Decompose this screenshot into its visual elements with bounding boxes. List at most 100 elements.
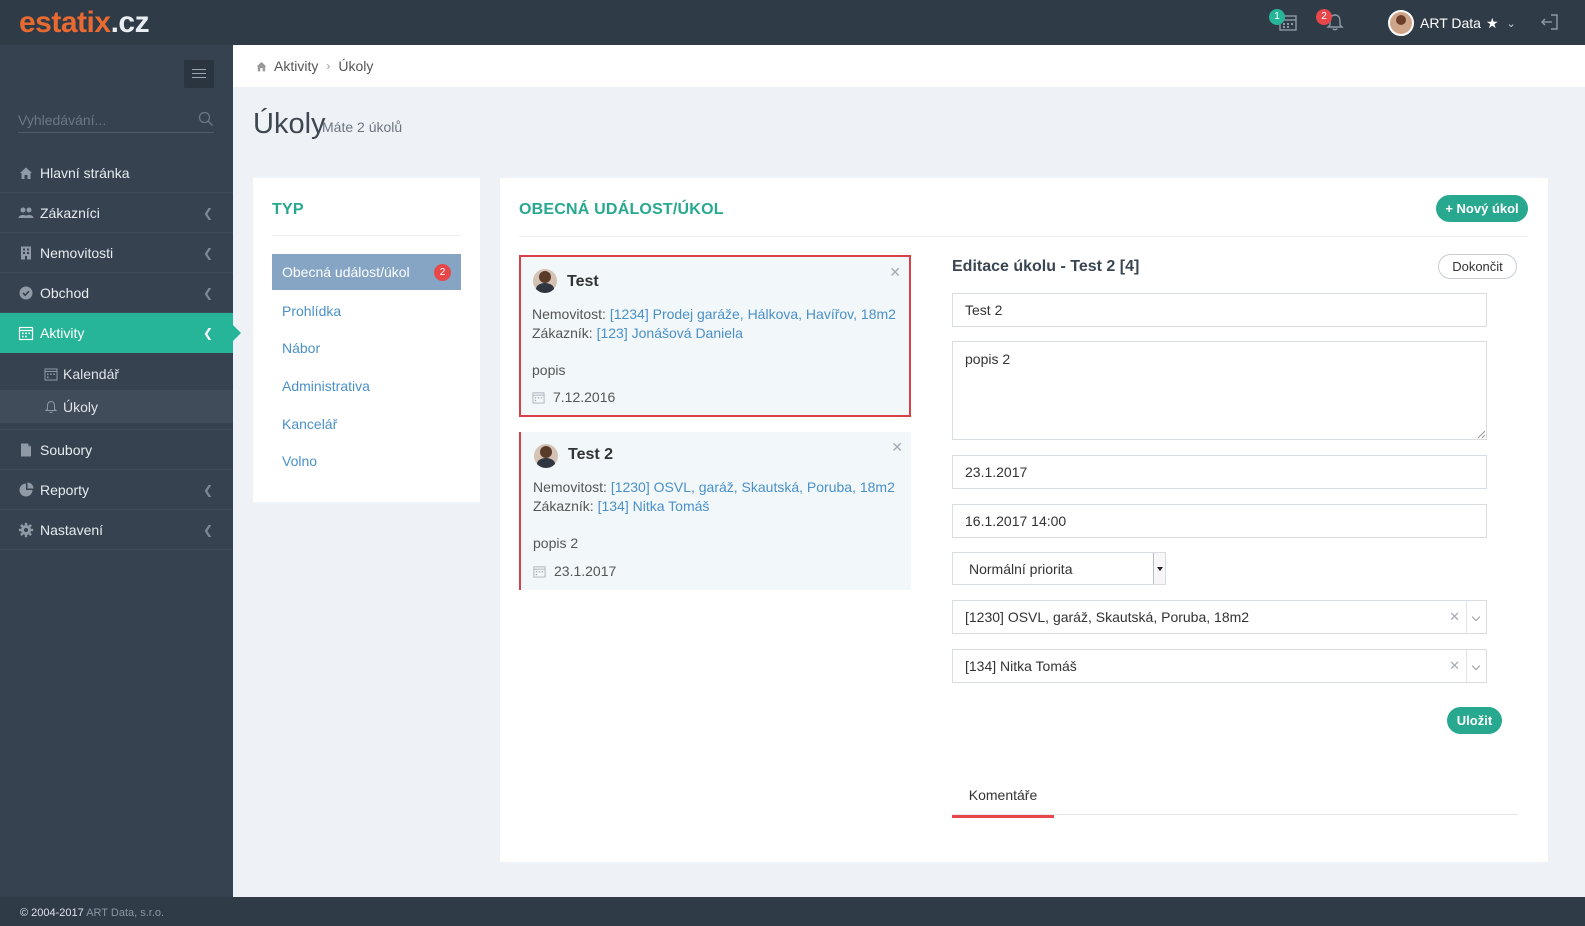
new-task-button[interactable]: + Nový úkol: [1436, 195, 1528, 222]
sidebar-item-files[interactable]: Soubory: [0, 430, 233, 470]
footer: © 2004-2017 ART Data, s.r.o.: [0, 897, 1585, 926]
save-button[interactable]: Uložit: [1447, 707, 1502, 734]
breadcrumb: Aktivity › Úkoly: [233, 45, 1585, 87]
edit-task-title: Editace úkolu - Test 2 [4]: [952, 258, 1140, 275]
star-icon: ★: [1485, 14, 1499, 31]
type-item-recruitment[interactable]: Nábor: [272, 330, 461, 368]
property-link[interactable]: [1230] OSVL, garáž, Skautská, Poruba, 18…: [611, 479, 895, 495]
avatar: [533, 269, 557, 293]
task-title: Test 2: [568, 446, 614, 463]
property-link[interactable]: [1234] Prodej garáže, Hálkova, Havířov, …: [610, 306, 896, 322]
chevron-down-icon: [1153, 553, 1165, 584]
task-date: 23.1.2017: [533, 563, 616, 579]
calendar-badge: 1: [1269, 9, 1285, 25]
tabs: Komentáře: [952, 782, 1518, 818]
deadline-input[interactable]: [952, 455, 1487, 489]
customer-select[interactable]: [134] Nitka Tomáš ✕: [952, 649, 1487, 683]
notification-button[interactable]: 2: [1316, 9, 1347, 34]
breadcrumb-root[interactable]: Aktivity: [274, 58, 318, 74]
type-item-administration[interactable]: Administrativa: [272, 367, 461, 405]
type-item-time-off[interactable]: Volno: [272, 442, 461, 480]
breadcrumb-current: Úkoly: [338, 58, 374, 74]
chevron-down-icon[interactable]: [1466, 650, 1486, 682]
task-title: Test: [567, 273, 599, 290]
page-title: Úkoly: [253, 108, 326, 140]
sidebar-item-home[interactable]: Hlavní stránka: [0, 153, 233, 193]
chevron-left-icon: ❮: [202, 246, 213, 260]
clear-icon[interactable]: ✕: [1449, 658, 1460, 674]
type-list: Obecná událost/úkol 2 Prohlídka Nábor Ad…: [272, 254, 461, 480]
task-card[interactable]: Test ✕ Nemovitost: [1234] Prodej garáže,…: [519, 255, 911, 417]
type-item-viewing[interactable]: Prohlídka: [272, 292, 461, 330]
sidebar-item-customers[interactable]: Zákazníci ❮: [0, 193, 233, 233]
property-select[interactable]: [1230] OSVL, garáž, Skautská, Poruba, 18…: [952, 600, 1487, 634]
building-icon: [21, 246, 31, 259]
task-description: popis: [532, 362, 566, 378]
section-heading: OBECNÁ UDÁLOST/ÚKOL: [519, 201, 724, 218]
calendar-icon: [18, 326, 34, 341]
sidebar-item-tasks[interactable]: Úkoly: [0, 390, 233, 423]
sidebar-item-properties[interactable]: Nemovitosti ❮: [0, 233, 233, 273]
check-circle-icon: [19, 286, 33, 299]
search-icon[interactable]: [198, 111, 214, 127]
resize-handle-icon[interactable]: [1477, 430, 1486, 439]
type-panel: TYP Obecná událost/úkol 2 Prohlídka Nábo…: [253, 178, 480, 502]
notification-badge: 2: [1316, 9, 1332, 25]
close-icon[interactable]: ✕: [889, 264, 901, 281]
task-customer: Zákazník: [123] Jonášová Daniela: [532, 325, 743, 341]
gear-icon: [18, 522, 34, 537]
breadcrumb-separator: ›: [326, 59, 331, 73]
type-heading: TYP: [272, 201, 304, 218]
task-description: popis 2: [533, 535, 579, 551]
customer-link[interactable]: [134] Nitka Tomáš: [598, 498, 710, 514]
calendar-notification-button[interactable]: 1: [1269, 9, 1300, 34]
home-icon: [20, 167, 32, 179]
complete-button[interactable]: Dokončit: [1438, 254, 1517, 279]
task-date: 7.12.2016: [532, 389, 615, 405]
copyright: © 2004-2017 ART Data, s.r.o.: [20, 907, 165, 919]
activities-submenu: Kalendář Úkoly: [0, 353, 233, 430]
logout-button[interactable]: [1540, 12, 1560, 35]
clear-icon[interactable]: ✕: [1449, 609, 1460, 625]
logout-icon: [1541, 14, 1558, 30]
divider: [519, 236, 1528, 237]
calendar-small-icon: [44, 368, 58, 380]
calendar-icon: [533, 565, 546, 578]
task-customer: Zákazník: [134] Nitka Tomáš: [533, 498, 710, 514]
task-name-input[interactable]: [952, 293, 1487, 327]
avatar: [1388, 10, 1414, 36]
sidebar-item-business[interactable]: Obchod ❮: [0, 273, 233, 313]
sidebar-nav: Hlavní stránka Zákazníci ❮ Nemovitosti ❮…: [0, 153, 241, 550]
user-menu[interactable]: ART Data ★ ⌄: [1388, 10, 1516, 36]
task-property: Nemovitost: [1234] Prodej garáže, Hálkov…: [532, 306, 896, 322]
sidebar-item-reports[interactable]: Reporty ❮: [0, 470, 233, 510]
sidebar-toggle-button[interactable]: [184, 60, 214, 88]
sidebar-item-settings[interactable]: Nastavení ❮: [0, 510, 233, 550]
close-icon[interactable]: ✕: [891, 439, 903, 456]
task-card[interactable]: Test 2 ✕ Nemovitost: [1230] OSVL, garáž,…: [519, 432, 911, 590]
top-bar: estatix.cz 1 2 ART Data ★ ⌄: [0, 0, 1585, 45]
home-icon: [256, 61, 267, 71]
main-panel: OBECNÁ UDÁLOST/ÚKOL + Nový úkol Test ✕ N…: [500, 178, 1548, 862]
type-item-office[interactable]: Kancelář: [272, 405, 461, 443]
logo[interactable]: estatix.cz: [19, 6, 150, 40]
customer-link[interactable]: [123] Jonášová Daniela: [597, 325, 743, 341]
task-description-input[interactable]: popis 2: [952, 341, 1487, 440]
sidebar-item-activities[interactable]: Aktivity ❮: [0, 313, 241, 353]
search-input[interactable]: [18, 109, 188, 131]
chevron-left-icon: ❮: [202, 286, 213, 300]
count-badge: 2: [434, 264, 451, 281]
chevron-down-icon[interactable]: [1466, 601, 1486, 633]
chevron-left-icon: ❮: [202, 326, 213, 340]
sidebar-item-calendar[interactable]: Kalendář: [0, 357, 233, 390]
divider: [272, 235, 461, 236]
sidebar: Hlavní stránka Zákazníci ❮ Nemovitosti ❮…: [0, 45, 241, 897]
reminder-input[interactable]: [952, 504, 1487, 538]
bell-icon: [44, 400, 58, 413]
calendar-icon: [532, 391, 545, 404]
type-item-general[interactable]: Obecná událost/úkol 2: [272, 254, 461, 290]
tab-comments[interactable]: Komentáře: [952, 782, 1054, 818]
priority-select[interactable]: Normální priorita: [952, 552, 1166, 585]
avatar: [534, 444, 558, 468]
chevron-left-icon: ❮: [202, 206, 213, 220]
